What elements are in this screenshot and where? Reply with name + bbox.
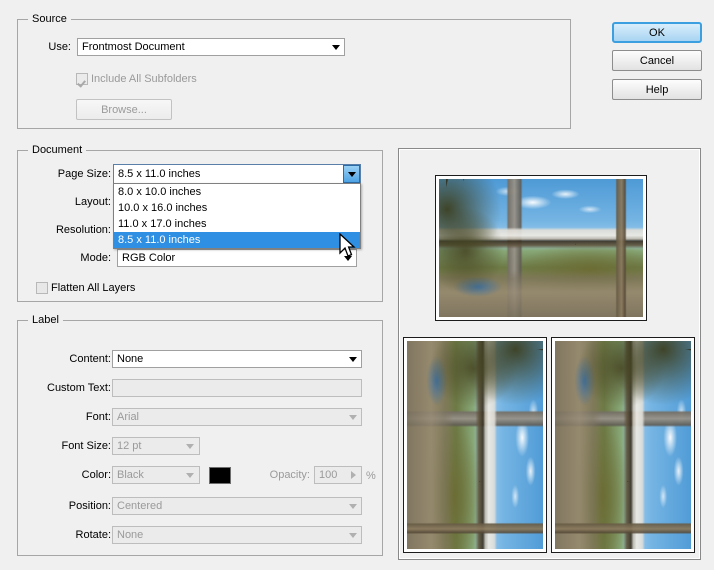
position-select-value: Centered: [117, 500, 163, 512]
preview-thumbnail-main: [435, 175, 647, 321]
page-size-select-value: 8.5 x 11.0 inches: [118, 168, 201, 180]
custom-text-input[interactable]: [112, 379, 362, 397]
chevron-down-icon[interactable]: [186, 444, 194, 449]
font-size-value: 12 pt: [117, 440, 142, 452]
label-group-title: Label: [28, 314, 63, 326]
chevron-right-icon[interactable]: [351, 471, 356, 479]
help-button[interactable]: Help: [612, 79, 702, 100]
checkbox-box-icon: [36, 282, 48, 294]
layout-preview-panel: [398, 148, 701, 560]
content-select[interactable]: None: [112, 350, 362, 368]
source-use-row: Use: Frontmost Document: [43, 38, 345, 56]
color-select-value: Black: [117, 469, 144, 481]
preview-image-right: [555, 341, 691, 549]
layout-label: Layout:: [74, 196, 111, 208]
use-label: Use:: [48, 41, 71, 53]
page-size-label: Page Size:: [57, 168, 111, 180]
help-button-label: Help: [645, 83, 669, 96]
cancel-button[interactable]: Cancel: [612, 50, 702, 71]
include-subfolders-label: Include All Subfolders: [91, 73, 197, 85]
preview-image-main: [439, 179, 643, 317]
page-size-select[interactable]: 8.5 x 11.0 inches: [113, 164, 361, 184]
chevron-down-icon[interactable]: [186, 473, 194, 478]
opacity-label: Opacity:: [269, 469, 310, 481]
chevron-down-icon: [344, 256, 352, 261]
flatten-all-layers-checkbox[interactable]: Flatten All Layers: [36, 282, 135, 294]
position-label: Position:: [68, 500, 111, 512]
use-select[interactable]: Frontmost Document: [77, 38, 345, 56]
position-select[interactable]: Centered: [112, 497, 362, 515]
mode-select[interactable]: RGB Color: [117, 249, 357, 267]
opacity-stepper[interactable]: 100: [314, 466, 362, 484]
chevron-down-icon: [349, 357, 357, 362]
opacity-value: 100: [319, 469, 338, 481]
content-select-value: None: [117, 353, 144, 365]
mode-select-value: RGB Color: [122, 252, 176, 264]
checkmark-icon: [76, 73, 88, 85]
font-label: Font:: [85, 411, 111, 423]
font-size-label: Font Size:: [61, 440, 111, 452]
rotate-select-value: None: [117, 529, 144, 541]
ok-button[interactable]: OK: [612, 22, 702, 43]
color-swatch[interactable]: [209, 467, 231, 484]
content-label: Content:: [69, 353, 111, 365]
opacity-unit: %: [366, 470, 376, 482]
color-label: Color:: [81, 469, 111, 481]
color-select[interactable]: Black: [112, 466, 200, 484]
rotate-select[interactable]: None: [112, 526, 362, 544]
custom-text-label: Custom Text:: [47, 382, 111, 394]
ok-button-label: OK: [649, 26, 665, 39]
font-size-stepper[interactable]: 12 pt: [112, 437, 200, 455]
rotate-label: Rotate:: [75, 529, 111, 541]
dropdown-option-selected[interactable]: 8.5 x 11.0 inches: [114, 232, 360, 248]
font-select-value: Arial: [117, 411, 140, 423]
include-subfolders-checkbox[interactable]: Include All Subfolders: [76, 73, 197, 85]
dropdown-option[interactable]: 8.0 x 10.0 inches: [114, 184, 360, 200]
document-group-title: Document: [28, 144, 87, 156]
chevron-down-icon: [347, 171, 356, 177]
chevron-down-icon: [349, 415, 357, 420]
preview-thumbnail-left: [403, 337, 547, 553]
font-select[interactable]: Arial: [112, 408, 362, 426]
browse-button-label: Browse...: [101, 103, 147, 116]
use-select-value: Frontmost Document: [82, 41, 185, 53]
source-group-title: Source: [28, 13, 71, 25]
browse-button[interactable]: Browse...: [76, 99, 172, 120]
preview-thumbnail-right: [551, 337, 695, 553]
chevron-down-icon: [349, 504, 357, 509]
flatten-all-layers-label: Flatten All Layers: [51, 282, 136, 294]
page-size-dropdown-list[interactable]: 8.0 x 10.0 inches 10.0 x 16.0 inches 11.…: [113, 183, 361, 249]
resolution-label: Resolution:: [55, 224, 111, 236]
chevron-down-icon: [349, 533, 357, 538]
mode-label: Mode:: [80, 252, 111, 264]
dropdown-option[interactable]: 10.0 x 16.0 inches: [114, 200, 360, 216]
cancel-button-label: Cancel: [639, 54, 675, 67]
chevron-down-icon: [332, 45, 340, 50]
preview-image-left: [407, 341, 543, 549]
dropdown-option[interactable]: 11.0 x 17.0 inches: [114, 216, 360, 232]
page-size-dropdown-button[interactable]: [343, 165, 360, 183]
